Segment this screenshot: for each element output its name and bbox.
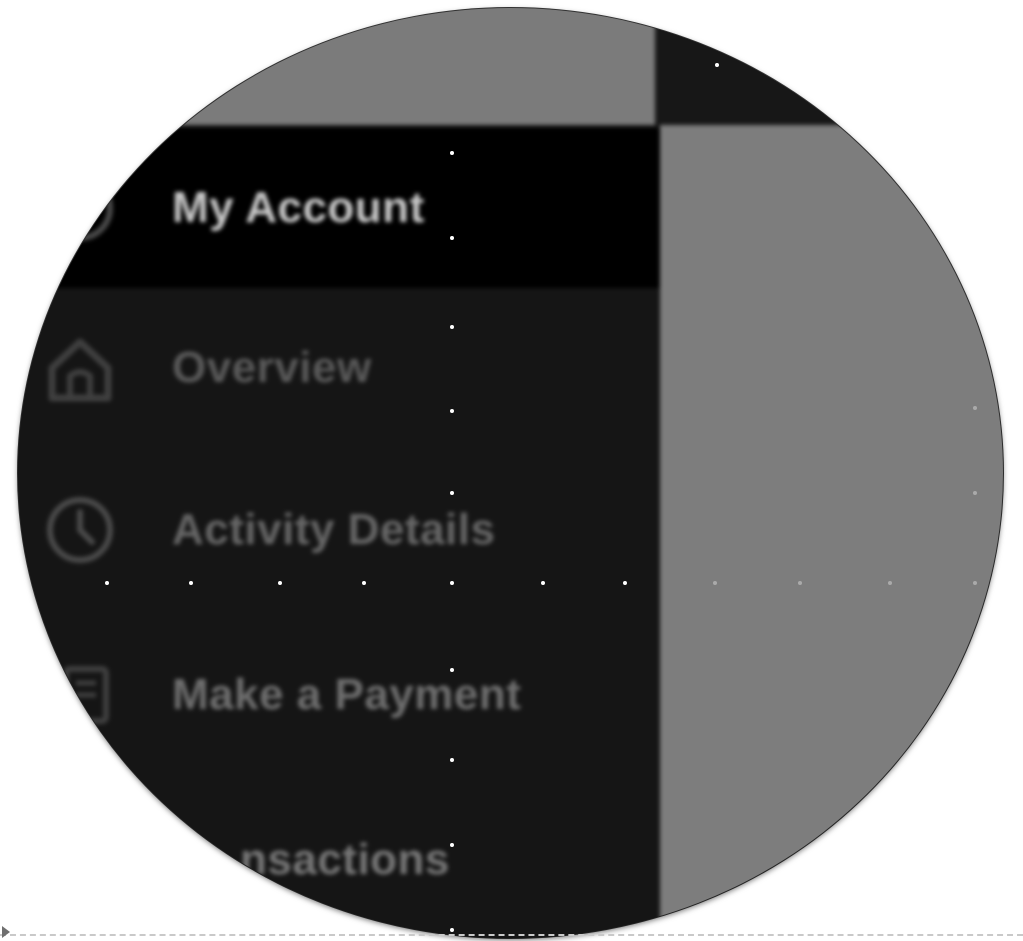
grid-dot: [623, 581, 627, 585]
grid-dot: [450, 843, 454, 847]
grid-dot: [450, 758, 454, 762]
clock-icon: [40, 490, 120, 570]
grid-dot: [450, 928, 454, 932]
home-icon: [40, 328, 120, 408]
grid-dot: [450, 151, 454, 155]
menu-item-make-a-payment[interactable]: Make a Payment: [18, 615, 660, 775]
expand-arrow-icon: [2, 926, 10, 938]
grid-dot: [105, 581, 109, 585]
grid-dot: [798, 581, 802, 585]
menu-item-overview[interactable]: Overview: [18, 288, 660, 448]
main-content-area: [660, 125, 1003, 938]
grid-dot: [450, 236, 454, 240]
menu-item-my-account[interactable]: My Account: [18, 128, 660, 288]
grid-dot: [362, 581, 366, 585]
top-right-header-area: [655, 8, 1003, 125]
grid-dot: [278, 581, 282, 585]
grid-dot: [189, 581, 193, 585]
payment-icon: [40, 655, 120, 735]
grid-dot: [450, 668, 454, 672]
menu-label-transactions: nsactions: [240, 835, 450, 884]
grid-dot: [450, 409, 454, 413]
grid-dot: [973, 491, 977, 495]
top-header-area: [18, 8, 655, 125]
menu-item-transactions[interactable]: nsactions: [18, 780, 660, 938]
sidebar-menu: My Account Overview Activity Details Mak…: [18, 125, 660, 938]
menu-label-make-a-payment: Make a Payment: [172, 670, 522, 719]
menu-item-activity-details[interactable]: Activity Details: [18, 450, 660, 610]
grid-dot: [450, 491, 454, 495]
grid-dot: [715, 63, 719, 67]
magnifier-lens: My Account Overview Activity Details Mak…: [18, 8, 1003, 938]
grid-dot: [713, 581, 717, 585]
user-circle-icon: [40, 168, 120, 248]
grid-dot: [541, 581, 545, 585]
grid-dot: [450, 581, 454, 585]
screen: My Account Overview Activity Details Mak…: [0, 0, 1023, 941]
grid-dot: [973, 406, 977, 410]
menu-label-overview: Overview: [172, 343, 372, 392]
grid-dot: [888, 581, 892, 585]
menu-label-activity-details: Activity Details: [172, 505, 496, 554]
magnified-view: My Account Overview Activity Details Mak…: [18, 8, 1003, 938]
grid-dot: [973, 581, 977, 585]
grid-dot: [450, 325, 454, 329]
dashed-divider: [0, 934, 1023, 936]
menu-label-my-account: My Account: [172, 183, 425, 232]
